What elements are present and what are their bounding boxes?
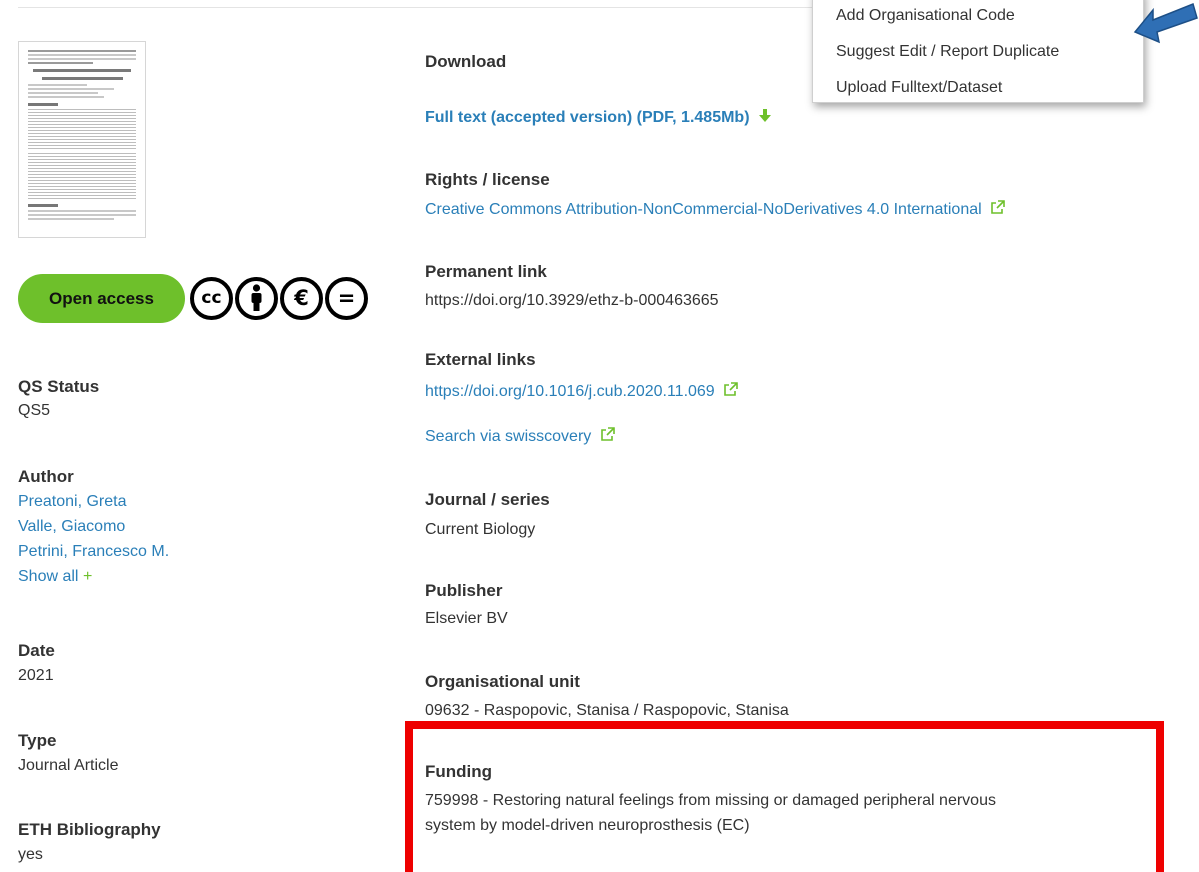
open-access-badge[interactable]: Open access [18,274,185,323]
permanent-link-label: Permanent link [425,262,547,281]
by-icon [235,277,278,320]
annotation-arrow-icon [1133,2,1198,44]
qs-status-label: QS Status [18,377,100,396]
download-label: Download [425,52,507,71]
eth-bibliography-label: ETH Bibliography [18,820,161,839]
author-link[interactable]: Valle, Giacomo [18,518,125,536]
org-unit-label: Organisational unit [425,672,580,691]
qs-status-value: QS5 [18,402,51,419]
menu-item-add-org-code[interactable]: Add Organisational Code [813,0,1143,34]
permanent-link-value: https://doi.org/10.3929/ethz-b-000463665 [425,292,719,309]
show-all-authors-link[interactable]: Show all + [18,568,92,586]
nc-eu-icon: € [280,277,323,320]
actions-dropdown-menu[interactable]: Add Organisational Code Suggest Edit / R… [812,0,1144,103]
menu-item-suggest-edit[interactable]: Suggest Edit / Report Duplicate [813,34,1143,70]
eth-bibliography-value: yes [18,846,43,863]
external-doi-label: https://doi.org/10.1016/j.cub.2020.11.06… [425,383,715,400]
swisscovery-search-link[interactable]: Search via swisscovery [425,427,615,447]
rights-label: Rights / license [425,170,550,189]
fulltext-link-label: Full text (accepted version) (PDF, 1.485… [425,109,750,126]
author-link[interactable]: Preatoni, Greta [18,493,127,511]
nd-icon: = [325,277,368,320]
show-all-label: Show all [18,568,79,585]
funding-highlight-box [405,721,1164,872]
type-label: Type [18,731,57,750]
menu-item-upload-fulltext[interactable]: Upload Fulltext/Dataset [813,70,1143,106]
license-link[interactable]: Creative Commons Attribution-NonCommerci… [425,200,1005,220]
swisscovery-label: Search via swisscovery [425,428,592,445]
external-link-icon [990,200,1005,220]
journal-value: Current Biology [425,521,536,538]
author-link[interactable]: Petrini, Francesco M. [18,543,169,561]
download-arrow-icon [758,109,772,128]
external-doi-link[interactable]: https://doi.org/10.1016/j.cub.2020.11.06… [425,382,738,402]
date-label: Date [18,641,55,660]
external-link-icon [600,427,615,447]
type-value: Journal Article [18,757,119,774]
date-value: 2021 [18,667,54,684]
author-label: Author [18,467,74,486]
license-icons[interactable]: cc € = [190,277,368,320]
publisher-label: Publisher [425,581,503,600]
plus-icon: + [82,568,93,585]
license-link-label: Creative Commons Attribution-NonCommerci… [425,201,982,218]
external-links-label: External links [425,350,536,369]
journal-label: Journal / series [425,490,550,509]
document-thumbnail[interactable] [18,41,146,238]
cc-icon: cc [190,277,233,320]
fulltext-download-link[interactable]: Full text (accepted version) (PDF, 1.485… [425,109,772,128]
external-link-icon [723,382,738,402]
publisher-value: Elsevier BV [425,610,508,627]
org-unit-value: 09632 - Raspopovic, Stanisa / Raspopovic… [425,702,789,719]
